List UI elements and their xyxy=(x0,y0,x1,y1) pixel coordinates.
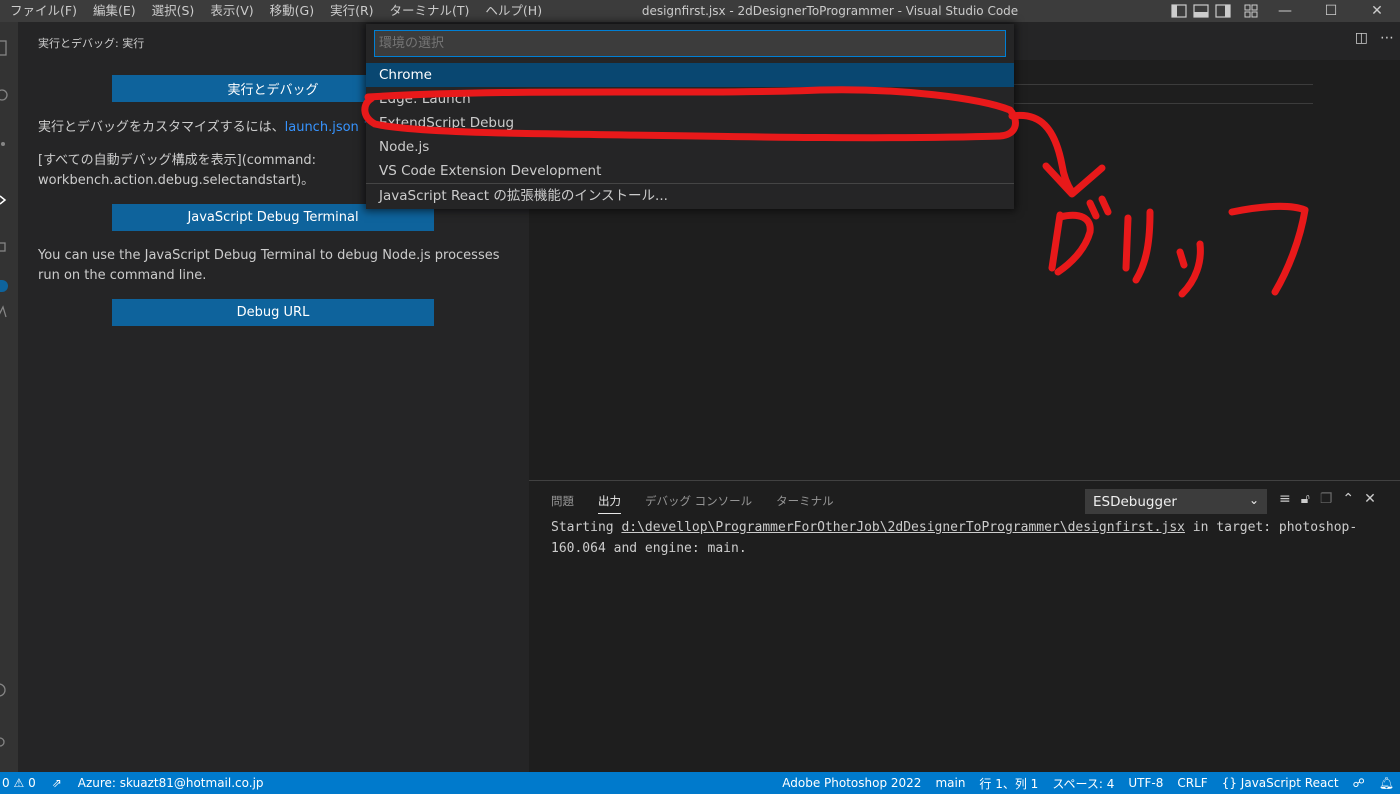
output-log: Starting d:\devellop\ProgrammerForOtherJ… xyxy=(551,517,1391,559)
output-file-path[interactable]: d:\devellop\ProgrammerForOtherJob\2dDesi… xyxy=(621,520,1185,535)
activity-bar xyxy=(0,22,18,772)
clear-output-icon[interactable]: ≡ xyxy=(1279,491,1291,507)
status-language-label: JavaScript React xyxy=(1240,776,1339,790)
bottom-panel: 問題 出力 デバッグ コンソール ターミナル ESDebugger ⌄ ≡ 🔓︎… xyxy=(529,480,1400,772)
remote-explorer-icon[interactable] xyxy=(0,300,18,324)
tab-output[interactable]: 出力 xyxy=(598,493,621,514)
title-bar: ファイル(F) 編集(E) 選択(S) 表示(V) 移動(G) 実行(R) ター… xyxy=(0,0,1400,22)
extensions-badge xyxy=(0,280,8,292)
output-channel-value: ESDebugger xyxy=(1093,493,1177,510)
env-item-chrome[interactable]: Chrome xyxy=(366,63,1014,87)
manage-gear-icon[interactable] xyxy=(0,730,18,754)
minimize-button[interactable]: — xyxy=(1262,0,1308,22)
env-item-nodejs[interactable]: Node.js xyxy=(366,135,1014,159)
notifications-bell-icon[interactable]: 🔔︎ xyxy=(1379,776,1394,790)
environment-quick-pick: Chrome Edge: Launch ExtendScript Debug N… xyxy=(366,24,1014,209)
tab-terminal[interactable]: ターミナル xyxy=(776,493,834,514)
menu-run[interactable]: 実行(R) xyxy=(322,0,381,22)
status-indent[interactable]: スペース: 4 xyxy=(1052,775,1114,792)
menu-view[interactable]: 表示(V) xyxy=(202,0,261,22)
status-eol[interactable]: CRLF xyxy=(1177,776,1207,790)
sidebar-title: 実行とデバッグ: 実行 xyxy=(38,37,145,50)
tab-debug-console[interactable]: デバッグ コンソール xyxy=(645,493,752,514)
close-panel-icon[interactable]: ✕ xyxy=(1364,491,1376,507)
open-log-icon[interactable]: ❐ xyxy=(1320,491,1333,507)
debug-url-button[interactable]: Debug URL xyxy=(112,299,434,326)
menu-go[interactable]: 移動(G) xyxy=(262,0,322,22)
status-position[interactable]: 行 1、列 1 xyxy=(979,775,1038,792)
editor-divider xyxy=(1013,103,1313,104)
tab-problems[interactable]: 問題 xyxy=(551,493,574,514)
explorer-icon[interactable] xyxy=(0,36,18,60)
status-left: 0 ⚠ 0 ⇗ Azure: skuazt81@hotmail.co.jp xyxy=(0,776,264,790)
toggle-secondary-sidebar-icon[interactable] xyxy=(1212,0,1234,22)
status-right: Adobe Photoshop 2022 main 行 1、列 1 スペース: … xyxy=(782,772,1394,794)
search-icon[interactable] xyxy=(0,84,18,108)
env-item-vscode-extension[interactable]: VS Code Extension Development xyxy=(366,159,1014,183)
status-language[interactable]: {} JavaScript React xyxy=(1222,776,1339,790)
menu-file[interactable]: ファイル(F) xyxy=(0,0,85,22)
menu-selection[interactable]: 選択(S) xyxy=(144,0,203,22)
debug-launch-icon[interactable]: ⇗ xyxy=(52,776,62,790)
output-prefix: Starting xyxy=(551,520,622,535)
status-app[interactable]: Adobe Photoshop 2022 xyxy=(782,776,921,790)
warning-count: 0 xyxy=(28,776,36,790)
status-encoding[interactable]: UTF-8 xyxy=(1128,776,1163,790)
extensions-icon[interactable] xyxy=(0,236,18,260)
braces-icon: {} xyxy=(1221,776,1237,790)
lock-scroll-icon[interactable]: 🔓︎ xyxy=(1301,491,1310,507)
environment-list: Chrome Edge: Launch ExtendScript Debug N… xyxy=(366,63,1014,207)
customize-layout-icon[interactable] xyxy=(1240,0,1262,22)
source-control-icon[interactable] xyxy=(0,132,18,156)
editor-actions: ◫ ⋯ xyxy=(1355,30,1394,46)
warning-icon: ⚠ xyxy=(13,776,25,790)
env-item-install-extension[interactable]: JavaScript React の拡張機能のインストール... xyxy=(366,183,1014,207)
accounts-icon[interactable] xyxy=(0,678,18,702)
panel-tabs: 問題 出力 デバッグ コンソール ターミナル xyxy=(551,493,834,514)
error-count: 0 xyxy=(2,776,10,790)
close-button[interactable]: ✕ xyxy=(1354,0,1400,22)
toggle-sidebar-icon[interactable] xyxy=(1168,0,1190,22)
menu-edit[interactable]: 編集(E) xyxy=(85,0,144,22)
feedback-icon[interactable]: ☍ xyxy=(1353,776,1365,790)
status-branch[interactable]: main xyxy=(935,776,965,790)
more-actions-icon[interactable]: ⋯ xyxy=(1380,30,1394,46)
menu-bar: ファイル(F) 編集(E) 選択(S) 表示(V) 移動(G) 実行(R) ター… xyxy=(0,0,550,22)
toggle-panel-icon[interactable] xyxy=(1190,0,1212,22)
chevron-down-icon: ⌄ xyxy=(1248,493,1259,507)
js-terminal-description: You can use the JavaScript Debug Termina… xyxy=(38,248,500,283)
editor-divider xyxy=(1013,84,1313,85)
problems-status[interactable]: 0 ⚠ 0 xyxy=(2,776,36,790)
output-channel-select[interactable]: ESDebugger ⌄ xyxy=(1085,489,1267,514)
env-item-edge[interactable]: Edge: Launch xyxy=(366,87,1014,111)
env-item-extendscript[interactable]: ExtendScript Debug xyxy=(366,111,1014,135)
run-debug-icon[interactable] xyxy=(0,188,18,212)
status-bar: 0 ⚠ 0 ⇗ Azure: skuazt81@hotmail.co.jp Ad… xyxy=(0,772,1400,794)
maximize-panel-icon[interactable]: ⌃ xyxy=(1342,491,1354,507)
window-controls: — ☐ ✕ xyxy=(1168,0,1400,22)
customize-label: 実行とデバッグをカスタマイズするには、 xyxy=(38,120,285,135)
environment-filter-input[interactable] xyxy=(374,30,1006,57)
menu-terminal[interactable]: ターミナル(T) xyxy=(382,0,478,22)
azure-account[interactable]: Azure: skuazt81@hotmail.co.jp xyxy=(78,776,264,790)
maximize-button[interactable]: ☐ xyxy=(1308,0,1354,22)
panel-actions: ≡ 🔓︎ ❐ ⌃ ✕ xyxy=(1279,491,1376,507)
menu-help[interactable]: ヘルプ(H) xyxy=(477,0,550,22)
split-editor-icon[interactable]: ◫ xyxy=(1355,30,1368,46)
